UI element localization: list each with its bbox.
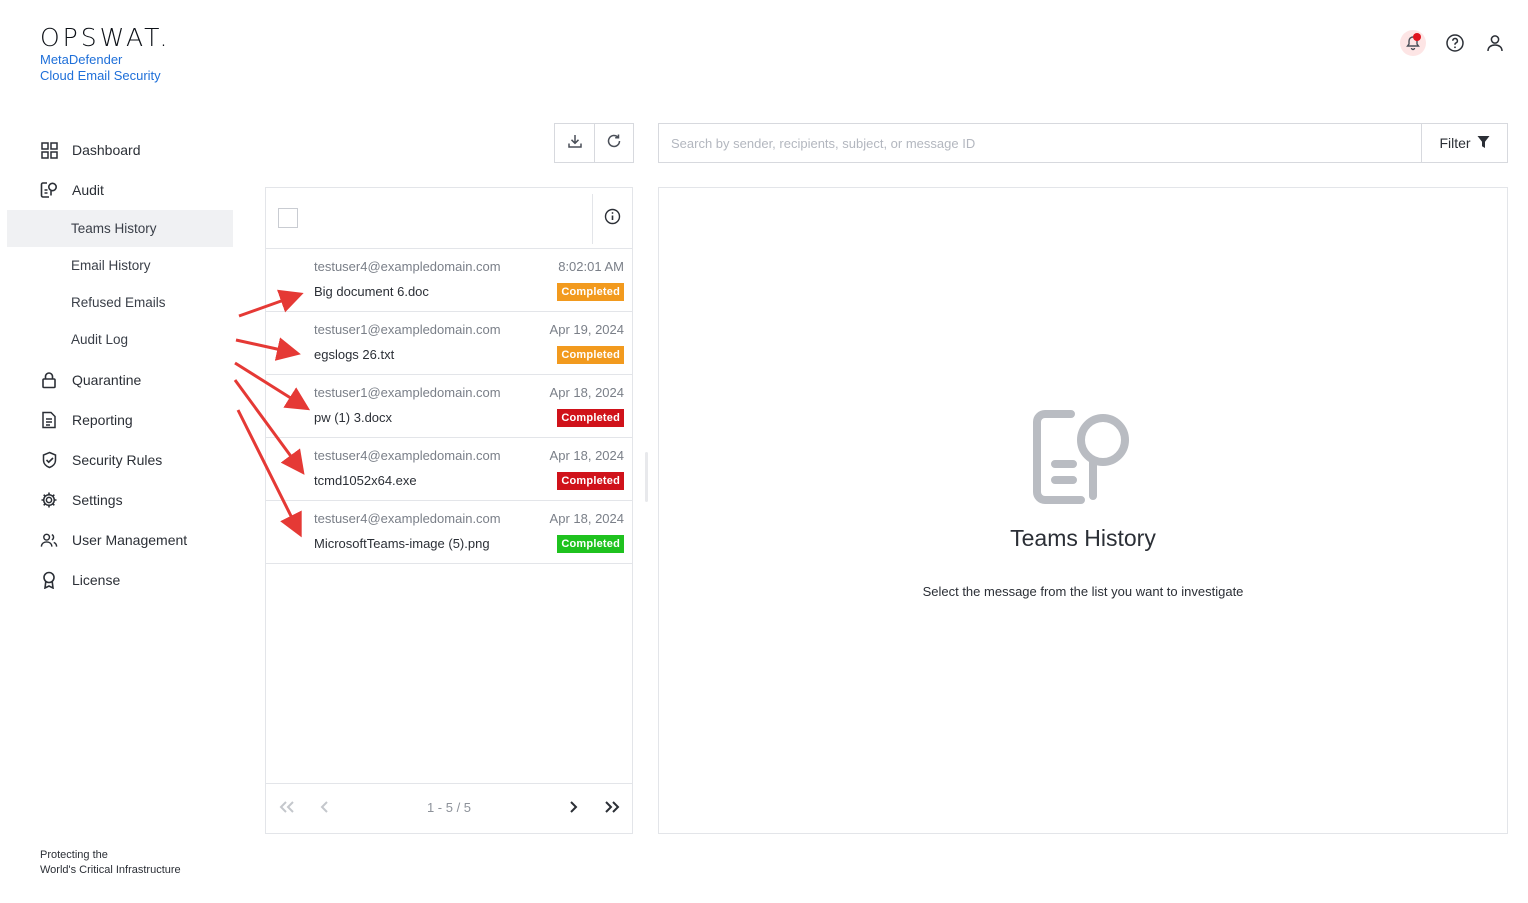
refresh-icon (606, 133, 622, 154)
sidebar-item-settings[interactable]: Settings (0, 480, 240, 520)
list-item[interactable]: testuser1@exampledomain.com Apr 18, 2024… (266, 375, 632, 438)
footer-tagline-line2: World's Critical Infrastructure (40, 864, 181, 876)
notification-dot (1413, 33, 1421, 41)
footer-tagline: Protecting the World's Critical Infrastr… (40, 848, 181, 878)
award-icon (40, 571, 58, 589)
message-detail-panel: Teams History Select the message from th… (658, 187, 1508, 834)
teams-history-list: testuser4@exampledomain.com 8:02:01 AM B… (265, 187, 633, 834)
sidebar-subitem-teams-history[interactable]: Teams History (7, 210, 233, 247)
report-icon (40, 411, 58, 429)
file-name: MicrosoftTeams-image (5).png (314, 536, 490, 551)
status-badge: Completed (557, 283, 624, 301)
gear-icon (40, 491, 58, 509)
audit-illustration-icon (1031, 406, 1135, 510)
shield-check-icon (40, 451, 58, 469)
help-icon[interactable] (1444, 32, 1466, 54)
message-date: Apr 18, 2024 (549, 448, 624, 463)
sidebar-subitem-email-history[interactable]: Email History (0, 247, 240, 284)
sidebar-item-reporting[interactable]: Reporting (0, 400, 240, 440)
sender-email: testuser1@exampledomain.com (314, 322, 501, 337)
sidebar: Dashboard Audit Teams History Email Hist… (0, 130, 240, 600)
user-icon[interactable] (1484, 32, 1506, 54)
sidebar-item-label: Reporting (72, 412, 133, 428)
list-item[interactable]: testuser4@exampledomain.com Apr 18, 2024… (266, 438, 632, 501)
users-icon (40, 531, 58, 549)
header-actions (1400, 30, 1506, 56)
list-toolbar (554, 123, 634, 163)
brand: OPSWAT. MetaDefender Cloud Email Securit… (40, 24, 170, 84)
status-badge: Completed (557, 535, 624, 553)
opswat-logo: OPSWAT. (40, 23, 171, 52)
list-item[interactable]: testuser1@exampledomain.com Apr 19, 2024… (266, 312, 632, 375)
filter-button[interactable]: Filter (1421, 124, 1507, 162)
lock-icon (40, 371, 58, 389)
double-chevron-right-icon (603, 800, 621, 819)
select-all-checkbox[interactable] (278, 208, 298, 228)
refresh-button[interactable] (594, 124, 633, 162)
list-item[interactable]: testuser4@exampledomain.com Apr 18, 2024… (266, 501, 632, 564)
list-item[interactable]: testuser4@exampledomain.com 8:02:01 AM B… (266, 249, 632, 312)
sidebar-subitem-refused-emails[interactable]: Refused Emails (0, 284, 240, 321)
footer-tagline-line1: Protecting the (40, 849, 108, 861)
sender-email: testuser4@exampledomain.com (314, 511, 501, 526)
file-name: Big document 6.doc (314, 284, 429, 299)
sidebar-subitem-audit-log[interactable]: Audit Log (0, 321, 240, 358)
audit-icon (40, 181, 58, 199)
status-badge: Completed (557, 346, 624, 364)
funnel-icon (1477, 135, 1490, 152)
product-name-line2: Cloud Email Security (40, 68, 161, 83)
last-page-button[interactable] (600, 797, 624, 821)
sender-email: testuser4@exampledomain.com (314, 448, 501, 463)
info-button[interactable] (592, 194, 632, 244)
message-date: Apr 18, 2024 (549, 385, 624, 400)
download-icon (567, 133, 583, 154)
panel-resize-handle[interactable] (645, 452, 648, 502)
sidebar-item-dashboard[interactable]: Dashboard (0, 130, 240, 170)
file-name: egslogs 26.txt (314, 347, 395, 362)
filter-label: Filter (1439, 135, 1471, 151)
sidebar-item-security-rules[interactable]: Security Rules (0, 440, 240, 480)
sidebar-item-user-management[interactable]: User Management (0, 520, 240, 560)
sidebar-item-license[interactable]: License (0, 560, 240, 600)
sender-email: testuser4@exampledomain.com (314, 259, 501, 274)
next-page-button[interactable] (561, 797, 585, 821)
sidebar-item-label: Quarantine (72, 372, 142, 388)
sidebar-item-label: Dashboard (72, 142, 141, 158)
empty-state-message: Select the message from the list you wan… (922, 584, 1244, 599)
list-header (266, 188, 632, 249)
sidebar-item-quarantine[interactable]: Quarantine (0, 360, 240, 400)
pagination: 1 - 5 / 5 (266, 783, 632, 833)
file-name: tcmd1052x64.exe (314, 473, 417, 488)
chevron-right-icon (567, 800, 579, 819)
message-date: Apr 19, 2024 (549, 322, 624, 337)
sidebar-item-label: User Management (72, 532, 188, 548)
export-button[interactable] (555, 124, 594, 162)
status-badge: Completed (557, 409, 624, 427)
info-icon (604, 208, 621, 230)
sidebar-item-audit[interactable]: Audit (0, 170, 240, 210)
search-input[interactable] (659, 124, 1421, 162)
message-date: 8:02:01 AM (558, 259, 624, 274)
sender-email: testuser1@exampledomain.com (314, 385, 501, 400)
product-name-line1: MetaDefender (40, 52, 123, 67)
sidebar-item-label: Settings (72, 492, 123, 508)
empty-state-title: Teams History (1010, 525, 1156, 551)
status-badge: Completed (557, 472, 624, 490)
file-name: pw (1) 3.docx (314, 410, 393, 425)
sidebar-item-label: Security Rules (72, 452, 163, 468)
sidebar-item-label: Audit (72, 182, 104, 198)
dashboard-icon (40, 141, 58, 159)
bell-icon[interactable] (1400, 30, 1426, 56)
search-bar: Filter (658, 123, 1508, 163)
sidebar-item-label: License (72, 572, 121, 588)
message-date: Apr 18, 2024 (549, 511, 624, 526)
